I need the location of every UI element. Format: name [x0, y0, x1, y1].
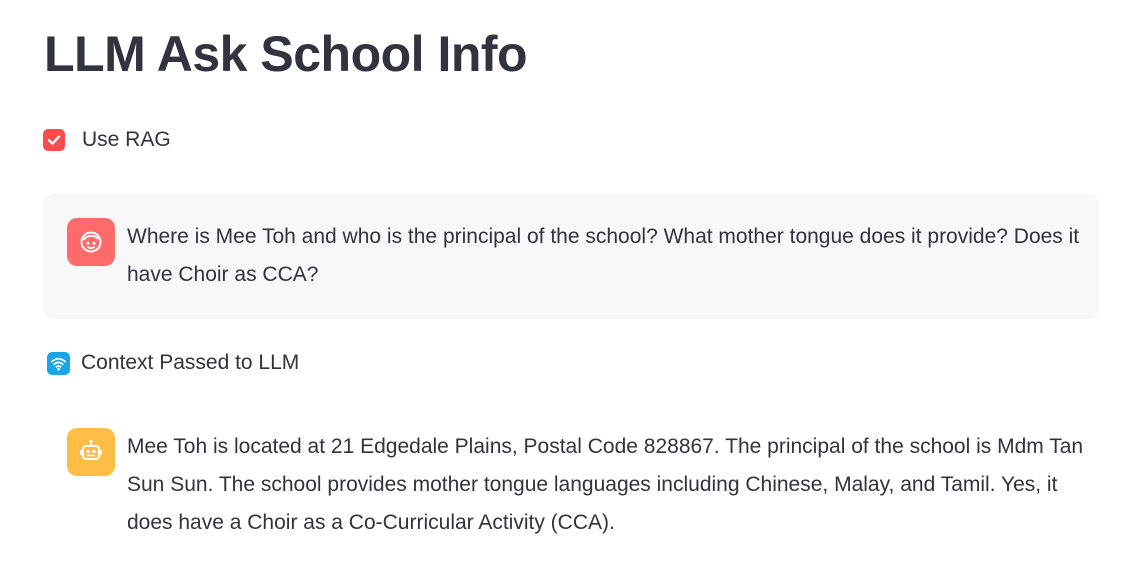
- context-label: Context Passed to LLM: [81, 351, 300, 374]
- assistant-avatar: [67, 428, 115, 476]
- assistant-message-text: Mee Toh is located at 21 Edgedale Plains…: [127, 435, 1084, 534]
- assistant-chat-message: Mee Toh is located at 21 Edgedale Plains…: [43, 404, 1099, 554]
- user-message-text: Where is Mee Toh and who is the principa…: [127, 225, 1080, 286]
- page-title: LLM Ask School Info: [44, 26, 528, 82]
- user-chat-message: Where is Mee Toh and who is the principa…: [43, 194, 1099, 319]
- use-rag-label: Use RAG: [82, 128, 171, 151]
- app-page: LLM Ask School Info Use RAG Where is Mee…: [0, 0, 1139, 574]
- use-rag-checkbox[interactable]: [43, 129, 65, 151]
- context-status: Context Passed to LLM: [47, 349, 299, 377]
- checkmark-icon: [47, 135, 61, 145]
- user-avatar: [67, 218, 115, 266]
- robot-icon: [80, 439, 102, 460]
- use-rag-checkbox-row[interactable]: Use RAG: [43, 127, 171, 153]
- wifi-signal-icon: [47, 351, 70, 375]
- smiley-face-icon: [80, 231, 102, 253]
